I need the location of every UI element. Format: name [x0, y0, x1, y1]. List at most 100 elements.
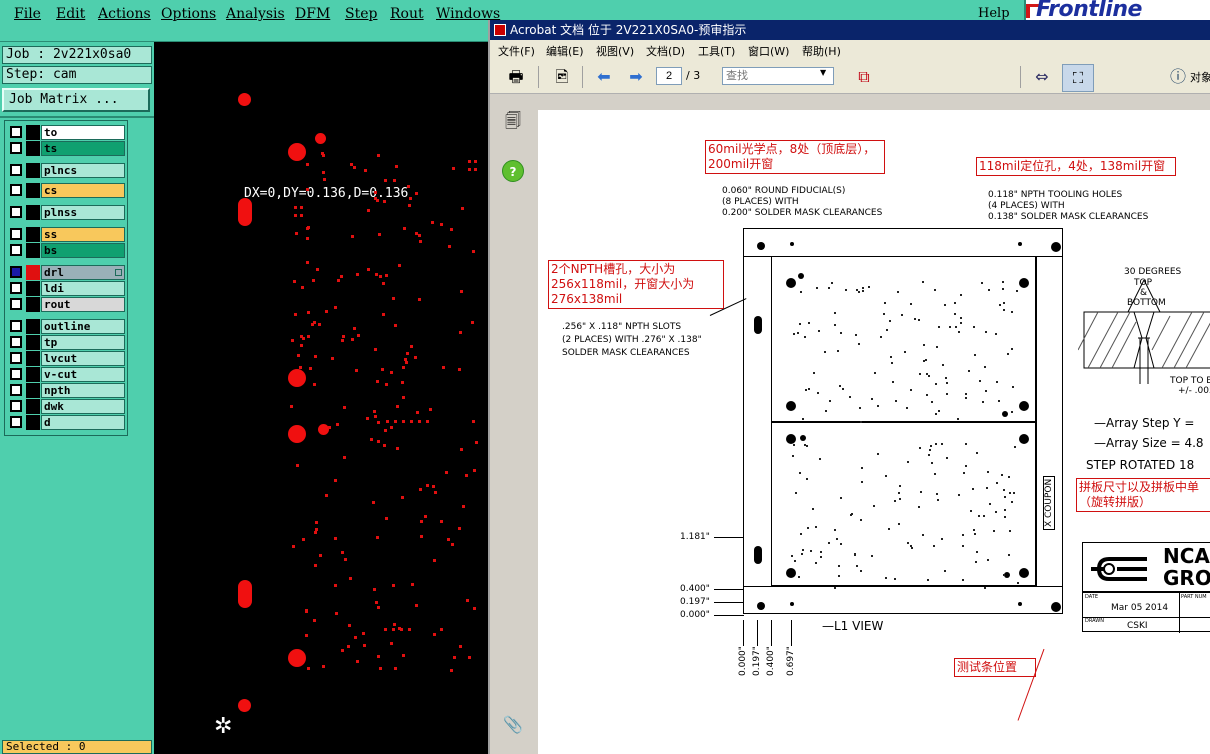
- layer-checkbox[interactable]: [10, 298, 22, 310]
- next-page-icon[interactable]: ➡: [624, 66, 648, 88]
- layer-row-bs[interactable]: bs: [7, 243, 125, 258]
- annotation-slots[interactable]: 2个NPTH槽孔，大小为256x118mil，开窗大小为276x138mil: [548, 260, 724, 309]
- layer-checkbox[interactable]: [10, 320, 22, 332]
- acro-menu-file[interactable]: 文件(F): [498, 43, 535, 59]
- layer-name[interactable]: bs: [41, 243, 125, 258]
- menu-step[interactable]: Step: [345, 6, 377, 22]
- layer-color-swatch[interactable]: [26, 319, 40, 334]
- object-tool-icon[interactable]: ⓘ: [1166, 66, 1190, 88]
- layer-name[interactable]: ts: [41, 141, 125, 156]
- layer-row-plnss[interactable]: plnss: [7, 205, 125, 220]
- layer-name[interactable]: lvcut: [41, 351, 125, 366]
- layer-checkbox[interactable]: [10, 206, 22, 218]
- layer-checkbox[interactable]: [10, 244, 22, 256]
- layer-checkbox[interactable]: [10, 126, 22, 138]
- acro-menu-view[interactable]: 视图(V): [596, 43, 634, 59]
- layer-color-swatch[interactable]: [26, 351, 40, 366]
- layer-color-swatch[interactable]: [26, 367, 40, 382]
- layer-name[interactable]: v-cut: [41, 367, 125, 382]
- layer-color-swatch[interactable]: [26, 281, 40, 296]
- layer-row-cs[interactable]: cs: [7, 183, 125, 198]
- help-icon[interactable]: ?: [502, 160, 524, 182]
- layer-color-swatch[interactable]: [26, 183, 40, 198]
- layer-checkbox[interactable]: [10, 336, 22, 348]
- layer-name[interactable]: tp: [41, 335, 125, 350]
- acro-menu-edit[interactable]: 编辑(E): [546, 43, 584, 59]
- acro-menu-help[interactable]: 帮助(H): [802, 43, 841, 59]
- previous-page-icon[interactable]: ⬅: [592, 66, 616, 88]
- layer-checkbox[interactable]: [10, 416, 22, 428]
- layer-name[interactable]: to: [41, 125, 125, 140]
- fit-width-icon[interactable]: ⇔: [1030, 66, 1054, 88]
- layer-name[interactable]: rout: [41, 297, 125, 312]
- layer-name[interactable]: cs: [41, 183, 125, 198]
- layer-row-to[interactable]: to: [7, 125, 125, 140]
- layer-checkbox[interactable]: [10, 228, 22, 240]
- layer-color-swatch[interactable]: [26, 265, 40, 280]
- layer-checkbox[interactable]: [10, 282, 22, 294]
- layer-checkbox[interactable]: [10, 384, 22, 396]
- layer-color-swatch[interactable]: [26, 141, 40, 156]
- layer-checkbox[interactable]: [10, 400, 22, 412]
- pages-icon[interactable]: 🗐: [502, 110, 524, 132]
- layer-name[interactable]: dwk: [41, 399, 125, 414]
- layer-name[interactable]: ldi: [41, 281, 125, 296]
- layer-checkbox[interactable]: [10, 266, 22, 278]
- fit-page-icon[interactable]: ⛶: [1062, 64, 1094, 92]
- layer-row-lvcut[interactable]: lvcut: [7, 351, 125, 366]
- acro-menu-document[interactable]: 文档(D): [646, 43, 685, 59]
- layer-row-plncs[interactable]: plncs: [7, 163, 125, 178]
- menu-dfm[interactable]: DFM: [295, 6, 330, 22]
- find-input[interactable]: [722, 67, 834, 85]
- layer-row-v-cut[interactable]: v-cut: [7, 367, 125, 382]
- layer-row-drl[interactable]: drl: [7, 265, 125, 280]
- menu-options[interactable]: Options: [161, 6, 216, 22]
- page-number-input[interactable]: [656, 67, 682, 85]
- layer-name[interactable]: outline: [41, 319, 125, 334]
- job-matrix-button[interactable]: Job Matrix ...: [2, 88, 150, 112]
- layer-color-swatch[interactable]: [26, 383, 40, 398]
- annotation-coupon[interactable]: 测试条位置: [954, 658, 1036, 677]
- layer-name[interactable]: plnss: [41, 205, 125, 220]
- annotation-tooling[interactable]: 118mil定位孔，4处，138mil开窗: [976, 157, 1176, 176]
- menu-actions[interactable]: Actions: [98, 6, 151, 22]
- layer-color-swatch[interactable]: [26, 399, 40, 414]
- attachment-icon[interactable]: 📎: [502, 714, 524, 736]
- layer-checkbox[interactable]: [10, 368, 22, 380]
- annotation-array[interactable]: 拼板尺寸以及拼板中单（旋转拼版）: [1076, 478, 1210, 512]
- layer-row-npth[interactable]: npth: [7, 383, 125, 398]
- menu-help[interactable]: Help: [978, 6, 1010, 21]
- menu-rout[interactable]: Rout: [390, 6, 424, 22]
- layer-color-swatch[interactable]: [26, 163, 40, 178]
- layer-row-dwk[interactable]: dwk: [7, 399, 125, 414]
- layer-color-swatch[interactable]: [26, 125, 40, 140]
- layer-name[interactable]: plncs: [41, 163, 125, 178]
- annotation-fiducial[interactable]: 60mil光学点，8处（顶底层），200mil开窗: [705, 140, 885, 174]
- layer-color-swatch[interactable]: [26, 297, 40, 312]
- layer-color-swatch[interactable]: [26, 205, 40, 220]
- layer-checkbox[interactable]: [10, 184, 22, 196]
- layer-name[interactable]: ss: [41, 227, 125, 242]
- layer-row-tp[interactable]: tp: [7, 335, 125, 350]
- layer-row-ldi[interactable]: ldi: [7, 281, 125, 296]
- layer-row-outline[interactable]: outline: [7, 319, 125, 334]
- find-dropdown-icon[interactable]: ▼: [820, 68, 826, 77]
- acro-menu-window[interactable]: 窗口(W): [748, 43, 789, 59]
- layer-color-swatch[interactable]: [26, 415, 40, 430]
- layer-checkbox[interactable]: [10, 164, 22, 176]
- print-icon[interactable]: 🖶: [504, 66, 528, 88]
- menu-analysis[interactable]: Analysis: [226, 6, 285, 22]
- object-tool-label[interactable]: 对象: [1190, 69, 1210, 85]
- layer-menu-icon[interactable]: [115, 269, 122, 276]
- layer-row-ts[interactable]: ts: [7, 141, 125, 156]
- properties-icon[interactable]: 🖻: [550, 66, 574, 88]
- layer-name[interactable]: drl: [41, 265, 125, 280]
- layer-color-swatch[interactable]: [26, 227, 40, 242]
- layer-color-swatch[interactable]: [26, 243, 40, 258]
- layer-color-swatch[interactable]: [26, 335, 40, 350]
- menu-edit[interactable]: Edit: [56, 6, 85, 22]
- graphic-canvas[interactable]: DX=0,DY=0.136,D=0.136 ✲: [154, 42, 488, 754]
- layer-name[interactable]: npth: [41, 383, 125, 398]
- menu-file[interactable]: File: [14, 6, 41, 22]
- layer-row-rout[interactable]: rout: [7, 297, 125, 312]
